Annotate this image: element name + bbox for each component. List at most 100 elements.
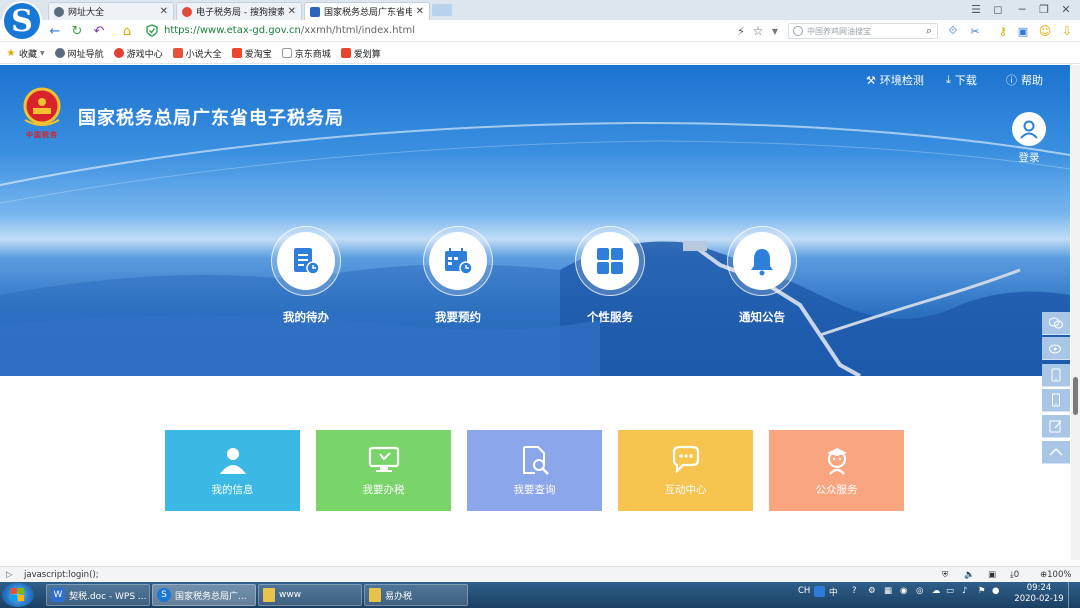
search-box[interactable]: 中国养鸡网油搜宝 <box>788 23 938 39</box>
help-link[interactable]: ⓘ 帮助 <box>1006 72 1043 88</box>
bookmark-game-center[interactable]: 游戏中心 <box>113 47 163 60</box>
taskbar-item-browser[interactable]: S 国家税务总局广... <box>152 584 256 606</box>
service-label[interactable]: 个性服务 <box>560 309 660 325</box>
volume-icon[interactable]: ♪ <box>962 586 967 596</box>
download-count: 0 <box>1013 569 1020 580</box>
wechat-share-button[interactable] <box>1042 312 1070 335</box>
national-emblem-logo: 中国税务 <box>20 86 64 140</box>
wechat-icon <box>1049 317 1063 329</box>
download-link[interactable]: ⤓ 下载 <box>946 72 977 88</box>
menu-icon[interactable]: ☰ <box>966 1 986 17</box>
chat-icon <box>672 445 699 474</box>
tile-query[interactable]: 我要查询 <box>467 430 602 511</box>
reload-icon[interactable]: ↻ <box>68 22 86 40</box>
sogou-browser-logo[interactable]: S <box>2 1 42 41</box>
feedback-button[interactable] <box>1042 415 1070 438</box>
bookmark-taobao[interactable]: 爱淘宝 <box>231 47 272 60</box>
bookmark-jd[interactable]: 京东商城 <box>281 47 331 60</box>
service-label[interactable]: 通知公告 <box>712 309 812 325</box>
back-icon[interactable]: ← <box>46 22 64 40</box>
tablet-icon <box>1051 368 1061 382</box>
bookmark-label: 收藏 <box>19 49 38 60</box>
home-icon[interactable]: ⌂ <box>118 22 136 40</box>
tile-file-tax[interactable]: 我要办税 <box>316 430 451 511</box>
taskbar-item-wps[interactable]: W 契税.doc - WPS ... <box>46 584 150 606</box>
sidebar-toggle-icon[interactable]: ▷ <box>6 570 16 580</box>
input-method-icon[interactable] <box>814 586 825 597</box>
language-indicator[interactable]: CH <box>798 586 810 596</box>
show-desktop-button[interactable] <box>1068 582 1080 608</box>
download-status[interactable]: ⤓0 <box>1010 570 1019 580</box>
service-label[interactable]: 我的待办 <box>256 309 356 325</box>
bookmark-novels[interactable]: 小说大全 <box>172 47 222 60</box>
smile-icon[interactable]: ☺ <box>1036 22 1054 40</box>
tab-close-icon[interactable]: ✕ <box>416 6 424 17</box>
service-personalized[interactable] <box>575 226 645 296</box>
phone-app-button[interactable] <box>1042 389 1070 412</box>
tile-public-service[interactable]: 公众服务 <box>769 430 904 511</box>
shield-icon[interactable]: ⛨ <box>942 570 948 580</box>
clock-time: 09:24 <box>1026 583 1052 593</box>
tile-interaction[interactable]: 互动中心 <box>618 430 753 511</box>
translate-icon[interactable]: ⟐ <box>944 22 962 40</box>
tab-close-icon[interactable]: ✕ <box>160 6 168 17</box>
download-arrow-icon[interactable]: ⇩ <box>1058 22 1076 40</box>
address-bar[interactable]: https://www.etax-gd.gov.cn/xxmh/html/ind… <box>164 21 724 39</box>
lightning-icon[interactable]: ⚡ <box>732 22 750 40</box>
page-icon <box>281 48 292 58</box>
settings-icon[interactable]: ⚙ <box>868 586 876 596</box>
service-my-todo[interactable] <box>271 226 341 296</box>
security-icon[interactable]: ◉ <box>900 586 907 596</box>
service-circle-inner <box>429 232 487 290</box>
search-icon[interactable]: ⌕ <box>920 22 938 40</box>
start-button[interactable] <box>2 583 34 607</box>
login-label[interactable]: 登录 <box>1012 150 1046 165</box>
apps-icon[interactable]: ▣ <box>1014 22 1032 40</box>
bookmark-aihuasuan[interactable]: 爱划算 <box>340 47 381 60</box>
back-to-top-button[interactable] <box>1042 441 1070 464</box>
bookmark-label: 小说大全 <box>185 49 222 60</box>
new-tab-button[interactable] <box>432 4 452 16</box>
weibo-share-button[interactable] <box>1042 337 1070 360</box>
undo-close-icon[interactable]: ↶ <box>90 22 108 40</box>
tab-close-icon[interactable]: ✕ <box>288 6 296 17</box>
tab-url-directory[interactable]: 网址大全 ✕ <box>48 2 174 20</box>
minimize-icon[interactable]: ─ <box>1012 1 1032 17</box>
star-icon[interactable]: ☆ <box>749 22 767 40</box>
ime-mode[interactable]: 中 <box>829 586 838 598</box>
volume-icon[interactable]: 🔈 <box>964 570 975 580</box>
service-notices[interactable] <box>727 226 797 296</box>
help-label: 帮助 <box>1021 74 1043 87</box>
env-check-link[interactable]: ⚒ 环境检测 <box>866 72 924 88</box>
service-appointment[interactable] <box>423 226 493 296</box>
help-icon[interactable]: ? <box>852 586 857 596</box>
bookmark-favorites[interactable]: ★ 收藏 ▼ <box>6 47 45 60</box>
restore-icon[interactable]: ❐ <box>1034 1 1054 17</box>
login-avatar-button[interactable] <box>1012 112 1046 146</box>
network-icon[interactable]: ▦ <box>884 586 892 596</box>
tab-etax-active[interactable]: 国家税务总局广东省电子 ✕ <box>304 2 430 20</box>
service-circle <box>575 226 645 296</box>
key-icon[interactable]: ⚷ <box>994 22 1012 40</box>
close-window-icon[interactable]: ✕ <box>1056 1 1076 17</box>
skin-icon[interactable]: ◻ <box>988 1 1008 17</box>
zoom-control[interactable]: ⊕100% <box>1040 570 1071 580</box>
tile-my-info[interactable]: 我的信息 <box>165 430 300 511</box>
dropdown-icon[interactable]: ▼ <box>766 22 784 40</box>
page-scrollbar[interactable] <box>1071 65 1080 560</box>
antivirus-icon[interactable]: ● <box>992 586 999 596</box>
bookmark-url-nav[interactable]: 网址导航 <box>54 47 104 60</box>
taskbar-item-folder-www[interactable]: www <box>258 584 362 606</box>
service-label[interactable]: 我要预约 <box>408 309 508 325</box>
mobile-app-button[interactable] <box>1042 364 1070 387</box>
taskbar-item-folder-ybs[interactable]: 易办税 <box>364 584 468 606</box>
scrollbar-thumb[interactable] <box>1073 377 1078 415</box>
app-tray-icon[interactable]: ◎ <box>916 586 923 596</box>
cloud-icon[interactable]: ☁ <box>932 586 941 596</box>
flag-icon[interactable]: ⚑ <box>978 586 986 596</box>
scissors-icon[interactable]: ✂ <box>966 22 984 40</box>
clock[interactable]: 09:24 2020-02-19 <box>1014 583 1064 605</box>
display-icon[interactable]: ▭ <box>946 586 954 596</box>
cleanup-icon[interactable]: ▣ <box>988 570 996 580</box>
tab-sogou-search[interactable]: 电子税务局 - 搜狗搜索 ✕ <box>176 2 302 20</box>
